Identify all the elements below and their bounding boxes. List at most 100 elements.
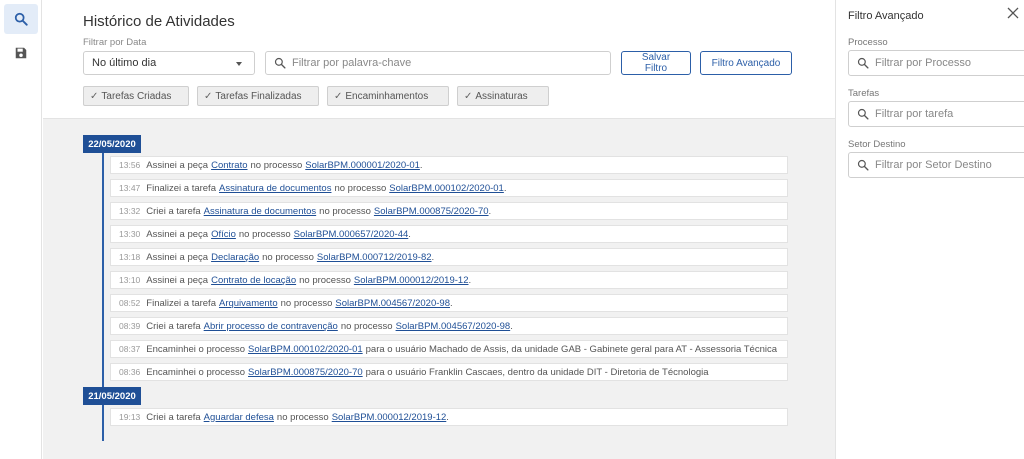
entry-text: .	[449, 297, 453, 309]
entry-text: Criei a tarefa	[146, 320, 201, 332]
activity-entry: 08:52 Finalizei a tarefa Arquivamento no pr…	[110, 294, 788, 312]
entry-text: Assinei a peça	[146, 228, 209, 240]
date-range-value: No último dia	[92, 57, 157, 69]
panel-title: Filtro Avançado	[848, 10, 924, 22]
activity-timeline: 22/05/2020 13:56 Assinei a peça Contrato no …	[43, 118, 835, 459]
chip-encaminhamentos[interactable]: ✓ Encaminhamentos	[327, 86, 449, 106]
keyword-search-field[interactable]	[265, 51, 611, 75]
entry-text: .	[503, 182, 507, 194]
tarefas-filter-field[interactable]	[848, 101, 1024, 127]
advanced-filter-panel: Filtro Avançado Processo Tarefas Setor D…	[835, 0, 1024, 459]
entry-time: 13:56	[119, 160, 141, 170]
filter-by-date-label: Filtrar por Data	[83, 37, 147, 48]
entry-text: Assinei a peça	[146, 274, 209, 286]
setor-destino-filter-field[interactable]	[848, 152, 1024, 178]
process-link[interactable]: SolarBPM.000012/2019-12	[332, 412, 447, 423]
entry-text: para o usuário Franklin Cascaes, dentro …	[365, 366, 709, 378]
processo-label: Processo	[848, 37, 888, 48]
entry-text: no processo	[250, 159, 303, 171]
entry-link[interactable]: Declaração	[211, 252, 259, 263]
process-link[interactable]: SolarBPM.004567/2020-98	[396, 321, 511, 332]
entry-time: 13:32	[119, 206, 141, 216]
entry-text: no processo	[280, 297, 333, 309]
page-title: Histórico de Atividades	[83, 13, 235, 30]
entry-text: no processo	[340, 320, 393, 332]
activity-type-chips: ✓ Tarefas Criadas ✓ Tarefas Finalizadas ✓ E…	[83, 86, 557, 106]
entry-link[interactable]: Contrato de locação	[211, 275, 296, 286]
activity-entry: 08:39 Criei a tarefa Abrir processo de con…	[110, 317, 788, 335]
entry-link[interactable]: Abrir processo de contravenção	[204, 321, 338, 332]
process-link[interactable]: SolarBPM.000712/2019-82	[317, 252, 432, 263]
date-range-select[interactable]: No último dia	[83, 51, 255, 75]
entry-text: no processo	[299, 274, 351, 286]
entry-time: 08:36	[119, 367, 141, 377]
entry-time: 13:30	[119, 229, 141, 239]
entry-text: Assinei a peça	[146, 159, 209, 171]
entry-text: .	[446, 411, 449, 423]
entry-text: Assinei a peça	[146, 251, 209, 263]
tarefas-label: Tarefas	[848, 88, 880, 99]
processo-filter-input[interactable]	[875, 57, 1024, 69]
keyword-search-input[interactable]	[292, 57, 610, 69]
entry-text: Criei a tarefa	[146, 411, 201, 423]
chip-assinaturas[interactable]: ✓ Assinaturas	[457, 86, 549, 106]
entry-text: .	[510, 320, 513, 332]
search-icon	[14, 12, 28, 26]
search-icon	[857, 108, 869, 120]
filters-header: Histórico de Atividades Filtrar por Data…	[43, 0, 835, 118]
entry-link[interactable]: SolarBPM.000875/2020-70	[248, 367, 363, 378]
entry-time: 19:13	[119, 412, 141, 422]
entry-link[interactable]: Aguardar defesa	[204, 412, 274, 423]
activity-entry: 13:32 Criei a tarefa Assinatura de documen…	[110, 202, 788, 220]
entry-time: 13:47	[119, 183, 141, 193]
activity-entry: 13:56 Assinei a peça Contrato no processo So…	[110, 156, 788, 174]
entry-link[interactable]: SolarBPM.000102/2020-01	[248, 344, 363, 355]
setor-destino-label: Setor Destino	[848, 139, 906, 150]
activity-entry: 13:18 Assinei a peça Declaração no processo…	[110, 248, 788, 266]
check-icon: ✓	[334, 90, 343, 102]
process-link[interactable]: SolarBPM.000102/2020-01	[389, 183, 504, 194]
process-link[interactable]: SolarBPM.000001/2020-01	[305, 160, 420, 171]
activity-entry: 08:37 Encaminhei o processo SolarBPM.00010…	[110, 340, 788, 358]
entry-time: 08:39	[119, 321, 141, 331]
entry-text: .	[419, 159, 423, 171]
entry-text: Encaminhei o processo	[146, 366, 246, 378]
activity-entry: 13:30 Assinei a peça Ofício no processo Sola…	[110, 225, 788, 243]
entry-text: no processo	[334, 182, 387, 194]
entry-text: .	[468, 274, 472, 286]
process-link[interactable]: SolarBPM.004567/2020-98	[335, 298, 450, 309]
caret-down-icon	[236, 62, 242, 66]
process-link[interactable]: SolarBPM.000875/2020-70	[374, 206, 489, 217]
floppy-disk-icon	[15, 47, 27, 59]
save-filter-button[interactable]: Salvar Filtro	[621, 51, 691, 75]
tarefas-filter-input[interactable]	[875, 108, 1024, 120]
entry-text: Finalizei a tarefa	[146, 182, 216, 194]
entry-link[interactable]: Ofício	[211, 229, 236, 240]
entry-text: .	[488, 205, 492, 217]
entry-text: Finalizei a tarefa	[146, 297, 216, 309]
close-icon[interactable]	[1006, 6, 1020, 20]
chip-tarefas-finalizadas[interactable]: ✓ Tarefas Finalizadas	[197, 86, 319, 106]
entry-text: .	[431, 251, 435, 263]
advanced-filter-button[interactable]: Filtro Avançado	[700, 51, 792, 75]
setor-destino-filter-input[interactable]	[875, 159, 1024, 171]
entry-text: .	[408, 228, 411, 240]
entry-link[interactable]: Contrato	[211, 160, 247, 171]
save-rail-button[interactable]	[4, 38, 38, 68]
activity-entry: 13:10 Assinei a peça Contrato de locação no…	[110, 271, 788, 289]
entry-text: no processo	[276, 411, 329, 423]
process-link[interactable]: SolarBPM.000012/2019-12	[354, 275, 469, 286]
date-badge: 21/05/2020	[83, 387, 141, 405]
entry-link[interactable]: Assinatura de documentos	[219, 183, 331, 194]
left-rail	[0, 0, 42, 459]
processo-filter-field[interactable]	[848, 50, 1024, 76]
process-link[interactable]: SolarBPM.000657/2020-44	[294, 229, 409, 240]
check-icon: ✓	[204, 90, 213, 102]
chip-tarefas-criadas[interactable]: ✓ Tarefas Criadas	[83, 86, 189, 106]
entry-link[interactable]: Arquivamento	[219, 298, 278, 309]
search-rail-button[interactable]	[4, 4, 38, 34]
entry-text: no processo	[262, 251, 314, 263]
entry-text: Criei a tarefa	[146, 205, 201, 217]
check-icon: ✓	[90, 90, 99, 102]
entry-link[interactable]: Assinatura de documentos	[204, 206, 316, 217]
